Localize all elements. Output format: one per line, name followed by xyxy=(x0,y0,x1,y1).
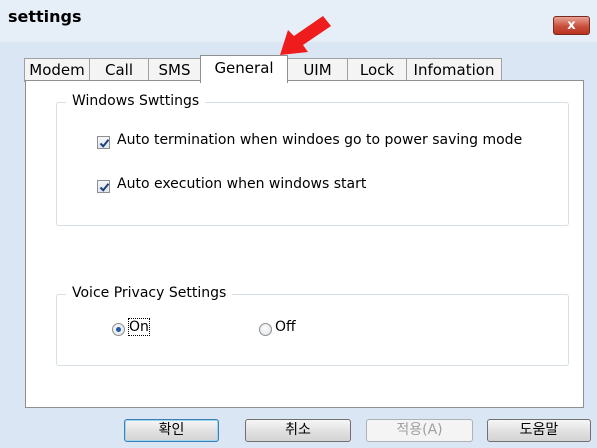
windows-settings-group xyxy=(56,102,569,226)
cancel-button[interactable]: 취소 xyxy=(245,419,351,442)
settings-dialog: settings x Modem Call SMS General UIM Lo… xyxy=(0,0,597,448)
voice-privacy-off-radio[interactable] xyxy=(259,323,272,336)
auto-execution-checkbox[interactable] xyxy=(97,180,110,193)
tab-general[interactable]: General xyxy=(200,55,288,83)
tab-infomation[interactable]: Infomation xyxy=(406,58,502,82)
window-title: settings xyxy=(8,7,82,26)
tab-call[interactable]: Call xyxy=(89,58,149,82)
red-arrow-annotation-icon xyxy=(280,16,331,55)
voice-privacy-legend: Voice Privacy Settings xyxy=(66,285,233,301)
general-tab-panel: Windows Swttings Auto termination when w… xyxy=(25,80,584,408)
close-icon: x xyxy=(567,18,576,33)
checkmark-icon xyxy=(99,183,110,192)
tab-sms[interactable]: SMS xyxy=(148,58,201,82)
tab-modem[interactable]: Modem xyxy=(24,58,90,82)
auto-execution-label[interactable]: Auto execution when windows start xyxy=(117,176,366,192)
tab-uim[interactable]: UIM xyxy=(287,58,348,82)
auto-termination-checkbox[interactable] xyxy=(97,136,110,149)
auto-termination-label[interactable]: Auto termination when windoes go to powe… xyxy=(117,132,522,148)
close-button[interactable]: x xyxy=(553,16,590,35)
help-button[interactable]: 도움말 xyxy=(487,419,591,442)
radio-selected-dot xyxy=(116,327,121,332)
ok-button[interactable]: 확인 xyxy=(124,419,219,442)
voice-privacy-on-label[interactable]: On xyxy=(128,318,150,336)
windows-settings-legend: Windows Swttings xyxy=(66,93,206,109)
checkmark-icon xyxy=(99,139,110,148)
voice-privacy-on-radio[interactable] xyxy=(112,323,125,336)
apply-button[interactable]: 적용(A) xyxy=(366,419,473,442)
tab-lock[interactable]: Lock xyxy=(347,58,407,82)
voice-privacy-off-label[interactable]: Off xyxy=(275,319,296,335)
